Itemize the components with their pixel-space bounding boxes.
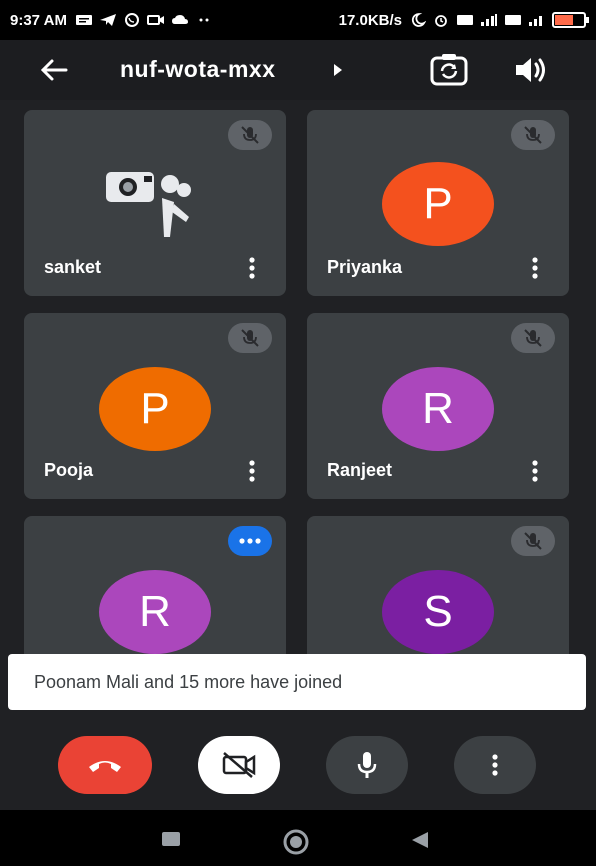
battery-fill (555, 15, 573, 25)
cloud-icon (171, 15, 188, 24)
participant-tile-6[interactable]: S (307, 516, 569, 666)
participant-tile-sanket[interactable]: sanket (24, 110, 286, 296)
back-nav-icon[interactable] (408, 830, 430, 850)
back-arrow-icon[interactable] (36, 52, 72, 88)
more-vert-icon[interactable] (248, 459, 256, 483)
mic-icon (357, 752, 377, 778)
participant-photo (106, 172, 191, 237)
whatsapp-icon (124, 13, 139, 27)
camera-toggle-button[interactable] (198, 736, 280, 794)
avatar: R (382, 367, 494, 451)
more-vert-icon[interactable] (531, 256, 539, 280)
volte-icon (457, 15, 473, 25)
avatar: P (99, 367, 211, 451)
recents-icon[interactable] (160, 830, 182, 848)
avatar: S (382, 570, 494, 654)
camera-off-icon (222, 752, 256, 778)
mic-muted-icon (511, 323, 555, 353)
battery-icon (552, 12, 589, 28)
more-dots-icon (199, 18, 209, 22)
participant-name: Ranjeet (327, 460, 393, 480)
message-icon (75, 15, 92, 25)
speaker-icon[interactable] (510, 52, 550, 88)
more-vert-icon[interactable] (248, 256, 256, 280)
mic-muted-icon (228, 120, 272, 150)
more-vert-icon[interactable] (531, 459, 539, 483)
hang-up-icon (89, 761, 121, 772)
status-time: 9:37 AM (10, 11, 67, 29)
participant-name: Pooja (44, 460, 94, 480)
mic-muted-icon (511, 526, 555, 556)
avatar: R (99, 570, 211, 654)
video-icon (146, 15, 164, 25)
moon-icon (411, 13, 426, 27)
participant-tile-priyanka[interactable]: P Priyanka (307, 110, 569, 296)
telegram-icon (99, 14, 116, 26)
participant-tile-5[interactable]: R (24, 516, 286, 666)
join-notification-toast: Poonam Mali and 15 more have joined (8, 654, 586, 710)
meeting-code[interactable]: nuf-wota-mxx (120, 56, 276, 83)
mic-toggle-button[interactable] (326, 736, 408, 794)
alarm-icon (435, 15, 447, 27)
system-nav-bar (0, 810, 596, 866)
mic-muted-icon (511, 120, 555, 150)
toast-message: Poonam Mali and 15 more have joined (34, 672, 343, 692)
participant-name: Priyanka (327, 257, 403, 277)
participant-tile-pooja[interactable]: P Pooja (24, 313, 286, 499)
signal-icon (481, 14, 497, 26)
mic-muted-icon (228, 323, 272, 353)
meeting-header: nuf-wota-mxx (0, 40, 596, 100)
participant-name: sanket (44, 257, 102, 277)
more-vert-icon (492, 754, 498, 776)
speaking-indicator-icon (228, 526, 272, 556)
status-bar: 9:37 AM 17.0KB/s (0, 0, 596, 40)
chevron-right-icon[interactable] (333, 63, 343, 77)
participant-tile-ranjeet[interactable]: R Ranjeet (307, 313, 569, 499)
status-right: 17.0KB/s (338, 11, 589, 29)
call-controls (0, 710, 596, 810)
home-icon[interactable] (282, 828, 310, 856)
avatar: P (382, 162, 494, 246)
volte-icon-2 (505, 15, 521, 25)
signal-icon-2 (529, 16, 542, 26)
end-call-button[interactable] (58, 736, 152, 794)
more-options-button[interactable] (454, 736, 536, 794)
notification-icons (75, 13, 213, 27)
switch-camera-icon[interactable] (428, 50, 470, 90)
network-speed: 17.0KB/s (338, 11, 402, 29)
